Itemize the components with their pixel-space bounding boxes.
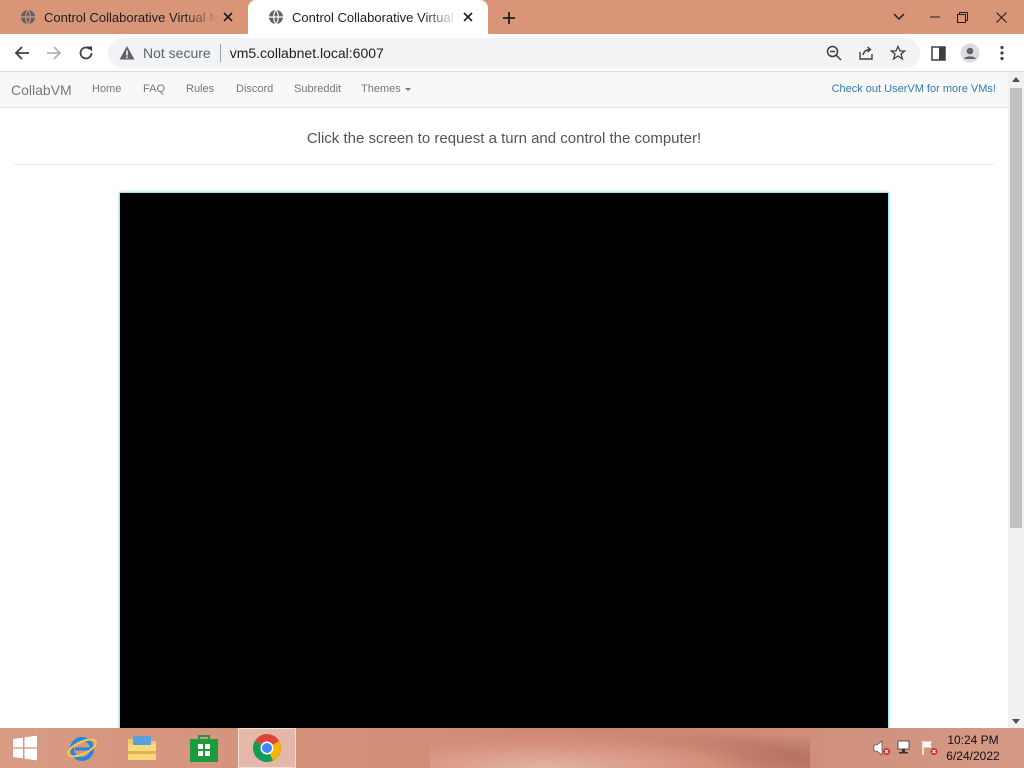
scrollbar-thumb[interactable] xyxy=(1010,88,1022,528)
web-page: CollabVM Home FAQ Rules Discord Subreddi… xyxy=(0,72,1008,728)
page-scrollbar[interactable] xyxy=(1008,72,1024,728)
address-bar[interactable]: Not secure vm5.collabnet.local:6007 xyxy=(108,38,920,68)
tab-inactive[interactable]: Control Collaborative Virtual Machine xyxy=(0,0,248,34)
nav-faq-link[interactable]: FAQ xyxy=(143,83,165,95)
minimize-icon xyxy=(930,16,940,18)
internet-explorer-icon xyxy=(67,737,97,761)
tab-title: Control Collaborative Virtual Machine xyxy=(292,9,458,25)
divider xyxy=(14,164,994,165)
site-brand-link[interactable]: CollabVM xyxy=(11,82,72,98)
tab-close-icon[interactable] xyxy=(458,7,478,27)
taskbar-chrome[interactable] xyxy=(238,728,296,768)
chrome-icon xyxy=(253,734,281,762)
taskbar-clock[interactable]: 10:24 PM 6/24/2022 xyxy=(938,732,1008,764)
nav-discord-link[interactable]: Discord xyxy=(236,83,273,95)
reload-button[interactable] xyxy=(72,39,100,67)
taskbar-store[interactable] xyxy=(176,728,232,768)
clock-date: 6/24/2022 xyxy=(946,749,1000,763)
share-icon[interactable] xyxy=(856,43,876,63)
nav-subreddit-link[interactable]: Subreddit xyxy=(294,83,341,95)
reload-icon xyxy=(79,46,93,60)
windows-taskbar: 10:24 PM 6/24/2022 xyxy=(0,728,1024,768)
globe-icon xyxy=(269,9,283,25)
back-button[interactable] xyxy=(8,39,36,67)
wallpaper-background xyxy=(430,728,810,768)
tab-search-button[interactable] xyxy=(882,0,916,34)
profile-avatar-icon xyxy=(960,43,980,63)
restore-icon xyxy=(956,11,968,23)
close-window-button[interactable] xyxy=(984,0,1018,34)
divider xyxy=(219,44,221,62)
taskbar-internet-explorer[interactable] xyxy=(54,728,110,768)
clock-time: 10:24 PM xyxy=(947,733,999,747)
zoom-icon[interactable] xyxy=(824,43,844,63)
store-icon xyxy=(190,735,218,762)
uservm-link[interactable]: Check out UserVM for more VMs! xyxy=(832,83,996,95)
file-explorer-icon xyxy=(128,736,156,760)
globe-icon xyxy=(21,9,35,25)
taskbar-file-explorer[interactable] xyxy=(114,728,170,768)
tab-active[interactable]: Control Collaborative Virtual Machine xyxy=(248,0,488,34)
tab-close-icon[interactable] xyxy=(218,7,238,27)
caret-down-icon xyxy=(404,87,411,91)
tab-strip: Control Collaborative Virtual Machine Co… xyxy=(0,0,1024,34)
new-tab-button[interactable] xyxy=(496,5,522,31)
nav-themes-dropdown[interactable]: Themes xyxy=(361,83,411,95)
security-label[interactable]: Not secure xyxy=(143,45,211,61)
vm-display-screen[interactable] xyxy=(119,192,889,728)
nav-rules-link[interactable]: Rules xyxy=(186,83,214,95)
plus-icon xyxy=(503,12,515,24)
turn-request-prompt: Click the screen to request a turn and c… xyxy=(306,130,702,147)
arrow-left-icon xyxy=(14,46,29,60)
scroll-up-arrow[interactable] xyxy=(1008,72,1024,86)
scroll-down-arrow[interactable] xyxy=(1008,714,1024,728)
windows-logo-icon xyxy=(13,735,37,761)
tab-title: Control Collaborative Virtual Machine xyxy=(44,9,218,25)
kebab-menu-icon xyxy=(1000,45,1004,61)
nav-themes-label: Themes xyxy=(361,83,401,95)
forward-button[interactable] xyxy=(40,39,68,67)
chevron-down-icon xyxy=(893,13,905,21)
side-panel-button[interactable] xyxy=(924,39,952,67)
warning-icon[interactable] xyxy=(119,45,135,61)
url-text[interactable]: vm5.collabnet.local:6007 xyxy=(230,45,384,61)
action-center-flag-icon[interactable] xyxy=(921,740,939,756)
volume-muted-icon[interactable] xyxy=(873,740,891,756)
side-panel-icon xyxy=(930,45,946,61)
browser-toolbar: Not secure vm5.collabnet.local:6007 xyxy=(0,34,1024,72)
start-button[interactable] xyxy=(0,728,50,768)
menu-button[interactable] xyxy=(988,39,1016,67)
restore-button[interactable] xyxy=(945,0,979,34)
close-icon xyxy=(995,11,1007,23)
nav-home-link[interactable]: Home xyxy=(92,83,121,95)
network-icon[interactable] xyxy=(897,740,915,756)
bookmark-star-icon[interactable] xyxy=(888,43,908,63)
site-navbar: CollabVM Home FAQ Rules Discord Subreddi… xyxy=(0,72,1008,108)
profile-button[interactable] xyxy=(956,39,984,67)
arrow-right-icon xyxy=(47,46,62,60)
